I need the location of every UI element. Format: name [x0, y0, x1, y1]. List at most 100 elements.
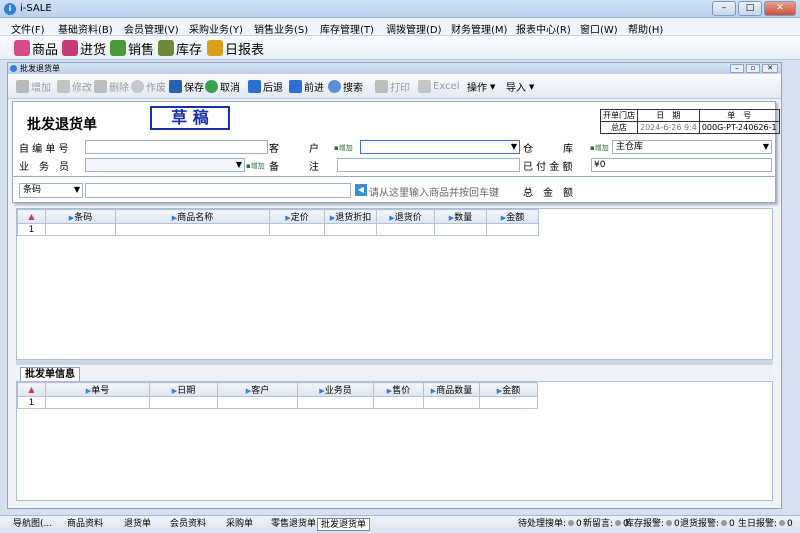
quick-report-button[interactable]: 日报表 [207, 39, 264, 58]
print-button[interactable]: 打印 [375, 78, 410, 95]
pending-indicator[interactable]: 待处理搜单: 0 [515, 518, 585, 531]
remark-input[interactable] [337, 158, 520, 172]
table-cell[interactable] [45, 223, 116, 236]
status-bar: 导航图(... 商品资料 退货单 会员资料 采购单 零售退货单 批发退货单 待处… [0, 515, 800, 533]
stock-alert-indicator[interactable]: 库存报警: 0 [622, 518, 683, 531]
quick-inventory-label: 库存 [176, 42, 203, 58]
table-cell[interactable] [115, 223, 270, 236]
info-header-date: 日 期 [637, 109, 700, 122]
child-close-button[interactable]: ✕ [762, 64, 778, 73]
menu-reports[interactable]: 报表中心(R) [516, 21, 571, 36]
tab-wholesale-info[interactable]: 批发单信息 [20, 367, 80, 382]
column-header[interactable]: ▶客户 [217, 382, 298, 397]
child-restore-button[interactable]: ▫ [746, 64, 760, 73]
column-header[interactable]: ▶定价 [269, 209, 325, 224]
status-tab-member[interactable]: 会员资料 [167, 518, 209, 531]
column-header[interactable]: ▶退货价 [376, 209, 435, 224]
table-cell[interactable] [376, 223, 435, 236]
column-header[interactable]: ▶商品名称 [115, 209, 270, 224]
self-number-input[interactable] [85, 140, 268, 154]
quick-sales-button[interactable]: 销售 [110, 39, 154, 58]
table-cell[interactable] [434, 223, 487, 236]
excel-label: Excel [433, 81, 460, 92]
salesman-add-link[interactable]: ▪增加 [246, 161, 265, 171]
save-button[interactable]: 保存 [169, 78, 204, 95]
window-icon [10, 65, 17, 72]
column-header[interactable]: ▶退货折扣 [324, 209, 377, 224]
menu-basic-data[interactable]: 基础资料(B) [58, 21, 113, 36]
quick-inventory-button[interactable]: 库存 [158, 39, 203, 58]
customer-combo[interactable]: ▼ [360, 140, 520, 154]
column-header[interactable]: ▶数量 [434, 209, 487, 224]
table-cell[interactable] [297, 396, 374, 409]
table-row[interactable]: 1 [17, 396, 538, 409]
return-alert-indicator[interactable]: 退货报警: 0 [677, 518, 738, 531]
edit-button[interactable]: 修改 [57, 78, 92, 95]
warehouse-add-link[interactable]: ▪增加 [590, 143, 609, 153]
table-cell[interactable] [45, 396, 150, 409]
app-icon: i [4, 3, 16, 15]
birthday-alert-label: 生日报警: [738, 519, 778, 529]
close-button[interactable]: ✕ [764, 1, 796, 16]
pane-splitter[interactable] [16, 360, 773, 365]
menu-sales[interactable]: 销售业务(S) [254, 21, 308, 36]
barcode-hint: 请从这里输入商品并按回车键 [369, 188, 499, 199]
paid-amount-input[interactable]: ¥0 [591, 158, 772, 172]
minimize-button[interactable]: – [712, 1, 736, 16]
menu-window[interactable]: 窗口(W) [580, 21, 618, 36]
column-header[interactable]: ▶售价 [373, 382, 424, 397]
status-tab-return[interactable]: 退货单 [121, 518, 154, 531]
operations-menu[interactable]: 操作 ▼ [467, 78, 495, 95]
column-header[interactable]: ▶日期 [149, 382, 218, 397]
table-cell[interactable] [269, 223, 325, 236]
menu-file[interactable]: 文件(F) [11, 21, 45, 36]
menu-member[interactable]: 会员管理(V) [124, 21, 179, 36]
column-header[interactable]: ▶单号 [45, 382, 150, 397]
status-tab-purchase[interactable]: 采购单 [223, 518, 256, 531]
status-tab-goods[interactable]: 商品资料 [64, 518, 106, 531]
void-button[interactable]: 作废 [131, 78, 166, 95]
search-button[interactable]: 搜索 [328, 78, 363, 95]
column-header[interactable]: ▶金额 [479, 382, 538, 397]
back-button[interactable]: 后退 [248, 78, 283, 95]
menu-inventory[interactable]: 库存管理(T) [320, 21, 374, 36]
table-cell[interactable] [217, 396, 298, 409]
cancel-button[interactable]: 取消 [205, 78, 240, 95]
column-header[interactable]: ▶商品数量 [423, 382, 480, 397]
status-tab-retail-return[interactable]: 零售退货单 [268, 518, 319, 531]
table-cell[interactable] [423, 396, 480, 409]
menu-transfer[interactable]: 调拨管理(D) [386, 21, 442, 36]
table-cell[interactable] [479, 396, 538, 409]
child-minimize-button[interactable]: – [730, 64, 744, 73]
column-header[interactable]: ▶业务员 [297, 382, 374, 397]
birthday-alert-indicator[interactable]: 生日报警: 0 [735, 518, 796, 531]
menu-finance[interactable]: 财务管理(M) [451, 21, 507, 36]
status-tab-wholesale-return[interactable]: 批发退货单 [317, 518, 371, 531]
table-cell[interactable] [149, 396, 218, 409]
excel-button[interactable]: Excel [418, 78, 460, 95]
menu-help[interactable]: 帮助(H) [628, 21, 663, 36]
table-cell[interactable] [486, 223, 539, 236]
quick-goods-button[interactable]: 商品 [14, 39, 58, 58]
table-cell[interactable] [373, 396, 424, 409]
menu-purchase[interactable]: 采购业务(Y) [189, 21, 243, 36]
table-row[interactable]: 1 [17, 223, 539, 236]
import-menu[interactable]: 导入 ▼ [506, 78, 534, 95]
add-button[interactable]: 增加 [16, 78, 51, 95]
column-header[interactable]: ▶金额 [486, 209, 539, 224]
barcode-mode-combo[interactable]: 条码 ▼ [19, 183, 83, 198]
salesman-combo[interactable]: ▼ [85, 158, 245, 172]
column-header[interactable]: ▶条码 [45, 209, 116, 224]
maximize-button[interactable]: □ [738, 1, 762, 16]
void-label: 作废 [146, 83, 166, 94]
save-icon [169, 80, 182, 93]
delete-button[interactable]: 删除 [94, 78, 129, 95]
quick-purchase-button[interactable]: 进货 [62, 39, 106, 58]
row-number: 1 [17, 223, 46, 236]
status-tab-navigation[interactable]: 导航图(... [10, 518, 55, 531]
customer-add-link[interactable]: ▪增加 [334, 143, 353, 153]
table-cell[interactable] [324, 223, 377, 236]
forward-button[interactable]: 前进 [289, 78, 324, 95]
barcode-input[interactable] [85, 183, 351, 198]
warehouse-combo[interactable]: 主仓库 ▼ [612, 140, 772, 154]
